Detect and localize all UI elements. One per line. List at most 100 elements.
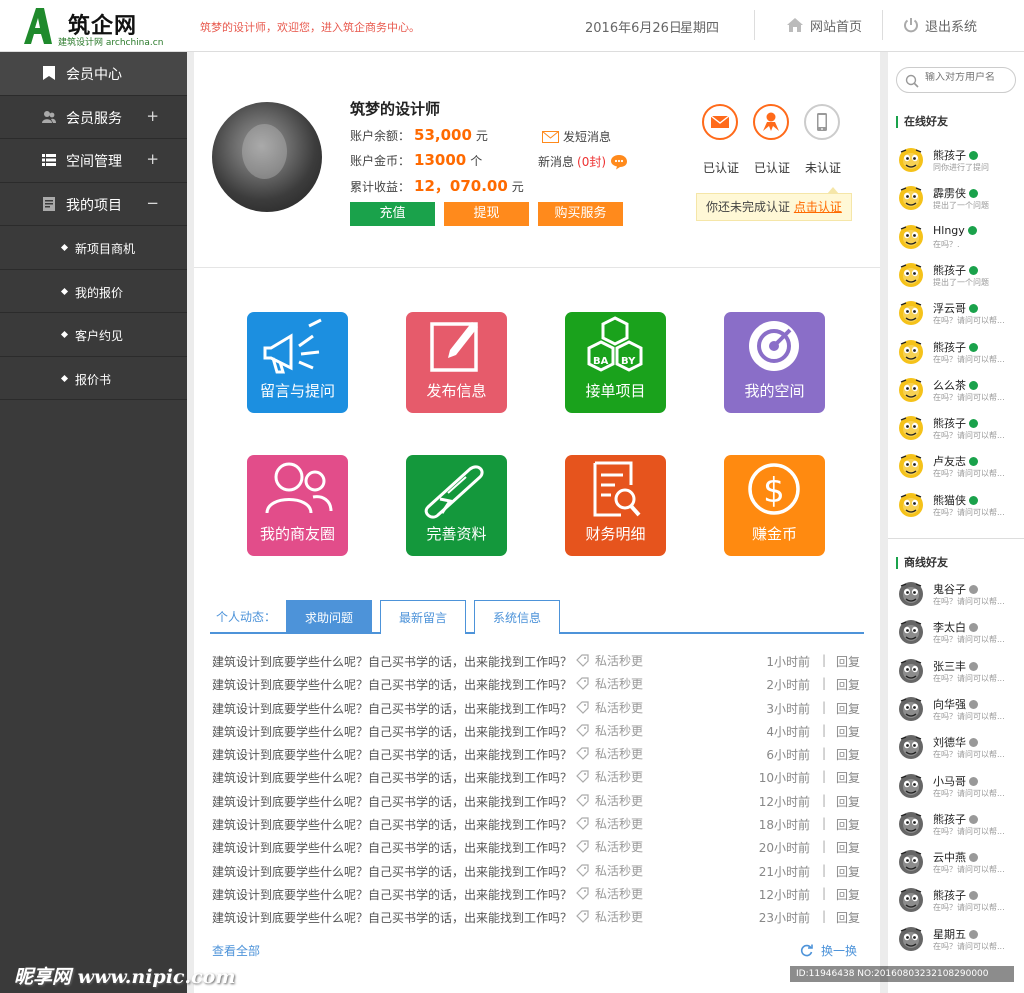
logout-link[interactable]: 退出系统 bbox=[903, 12, 977, 38]
question-title[interactable]: 建筑设计到底要学些什么呢？自己买书学的话，出来能找到工作吗？ bbox=[212, 793, 572, 810]
question-title[interactable]: 建筑设计到底要学些什么呢？自己买书学的话，出来能找到工作吗？ bbox=[212, 909, 572, 926]
sidebar-item-member-center[interactable]: 会员中心 bbox=[0, 52, 187, 96]
question-title[interactable]: 建筑设计到底要学些什么呢？自己买书学的话，出来能找到工作吗？ bbox=[212, 816, 572, 833]
sidebar-item-my-projects[interactable]: 我的项目 − bbox=[0, 183, 187, 226]
online-friend[interactable]: 卢友志 在吗？请问可以帮... bbox=[898, 451, 1022, 487]
recharge-button[interactable]: 充值 bbox=[350, 202, 435, 226]
question-title[interactable]: 建筑设计到底要学些什么呢？自己买书学的话，出来能找到工作吗？ bbox=[212, 886, 572, 903]
activity-row[interactable]: 建筑设计到底要学些什么呢？自己买书学的话，出来能找到工作吗？ 私活秒更 12小时前 |… bbox=[212, 882, 862, 905]
online-friend[interactable]: 熊孩子 提出了一个问题 bbox=[898, 260, 1022, 296]
tile-finance-details[interactable]: 财务明细 bbox=[565, 455, 666, 556]
tile-messages-questions[interactable]: 留言与提问 bbox=[247, 312, 348, 413]
tag-label[interactable]: 私活秒更 bbox=[576, 885, 643, 902]
tile-earn-coins[interactable]: $ 赚金币 bbox=[724, 455, 825, 556]
home-link[interactable]: 网站首页 bbox=[786, 12, 862, 38]
reply-link[interactable]: 回复 bbox=[836, 676, 860, 693]
tag-label[interactable]: 私活秒更 bbox=[576, 652, 643, 669]
collapse-icon[interactable]: − bbox=[146, 194, 159, 212]
expand-icon[interactable]: + bbox=[146, 107, 159, 125]
activity-row[interactable]: 建筑设计到底要学些什么呢？自己买书学的话，出来能找到工作吗？ 私活秒更 3小时前 | 回… bbox=[212, 696, 862, 719]
tag-label[interactable]: 私活秒更 bbox=[576, 745, 643, 762]
sidebar-subitem-client-meetings[interactable]: 客户约见 bbox=[0, 313, 187, 357]
tab-latest-messages[interactable]: 最新留言 bbox=[380, 600, 466, 634]
activity-row[interactable]: 建筑设计到底要学些什么呢？自己买书学的话，出来能找到工作吗？ 私活秒更 4小时前 | 回… bbox=[212, 719, 862, 742]
sidebar-item-space-management[interactable]: 空间管理 + bbox=[0, 139, 187, 183]
online-friend[interactable]: 霹雳侠 提出了一个问题 bbox=[898, 183, 1022, 219]
withdraw-button[interactable]: 提现 bbox=[444, 202, 529, 226]
tag-label[interactable]: 私活秒更 bbox=[576, 722, 643, 739]
reply-link[interactable]: 回复 bbox=[836, 769, 860, 786]
sidebar-subitem-my-quotes[interactable]: 我的报价 bbox=[0, 270, 187, 313]
new-messages-link[interactable]: 新消息 (0封) bbox=[538, 153, 628, 170]
business-friend[interactable]: 鬼谷子 在吗？请问可以帮... bbox=[898, 579, 1022, 615]
tag-label[interactable]: 私活秒更 bbox=[576, 768, 643, 785]
tile-take-orders[interactable]: BA BY 接单项目 bbox=[565, 312, 666, 413]
tag-label[interactable]: 私活秒更 bbox=[576, 675, 643, 692]
friend-search[interactable] bbox=[896, 67, 1016, 93]
business-friend[interactable]: 星期五 在吗？请问可以帮... bbox=[898, 924, 1022, 960]
tag-label[interactable]: 私活秒更 bbox=[576, 838, 643, 855]
activity-row[interactable]: 建筑设计到底要学些什么呢？自己买书学的话，出来能找到工作吗？ 私活秒更 10小时前 |… bbox=[212, 765, 862, 788]
activity-row[interactable]: 建筑设计到底要学些什么呢？自己买书学的话，出来能找到工作吗？ 私活秒更 20小时前 |… bbox=[212, 835, 862, 858]
question-title[interactable]: 建筑设计到底要学些什么呢？自己买书学的话，出来能找到工作吗？ bbox=[212, 769, 572, 786]
tag-label[interactable]: 私活秒更 bbox=[576, 862, 643, 879]
email-verify-badge[interactable] bbox=[700, 104, 740, 140]
business-friend[interactable]: 刘德华 在吗？请问可以帮... bbox=[898, 732, 1022, 768]
reply-link[interactable]: 回复 bbox=[836, 746, 860, 763]
activity-row[interactable]: 建筑设计到底要学些什么呢？自己买书学的话，出来能找到工作吗？ 私活秒更 21小时前 |… bbox=[212, 859, 862, 882]
reply-link[interactable]: 回复 bbox=[836, 839, 860, 856]
sidebar-subitem-quotation[interactable]: 报价书 bbox=[0, 357, 187, 400]
business-friend[interactable]: 张三丰 在吗？请问可以帮... bbox=[898, 656, 1022, 692]
reply-link[interactable]: 回复 bbox=[836, 886, 860, 903]
reply-link[interactable]: 回复 bbox=[836, 653, 860, 670]
question-title[interactable]: 建筑设计到底要学些什么呢？自己买书学的话，出来能找到工作吗？ bbox=[212, 723, 572, 740]
business-friend[interactable]: 李太白 在吗？请问可以帮... bbox=[898, 617, 1022, 653]
tab-help-questions[interactable]: 求助问题 bbox=[286, 600, 372, 634]
refresh-link[interactable]: 换一换 bbox=[800, 942, 857, 959]
tile-business-circle[interactable]: 我的商友圈 bbox=[247, 455, 348, 556]
tag-label[interactable]: 私活秒更 bbox=[576, 908, 643, 925]
sidebar-subitem-new-opportunities[interactable]: 新项目商机 bbox=[0, 226, 187, 270]
question-title[interactable]: 建筑设计到底要学些什么呢？自己买书学的话，出来能找到工作吗？ bbox=[212, 863, 572, 880]
verify-now-link[interactable]: 点击认证 bbox=[794, 200, 842, 214]
avatar[interactable] bbox=[212, 102, 322, 212]
online-friend[interactable]: 熊孩子 在吗？请问可以帮... bbox=[898, 413, 1022, 449]
identity-verify-badge[interactable] bbox=[751, 104, 791, 140]
activity-row[interactable]: 建筑设计到底要学些什么呢？自己买书学的话，出来能找到工作吗？ 私活秒更 23小时前 |… bbox=[212, 905, 862, 928]
activity-row[interactable]: 建筑设计到底要学些什么呢？自己买书学的话，出来能找到工作吗？ 私活秒更 12小时前 |… bbox=[212, 789, 862, 812]
question-title[interactable]: 建筑设计到底要学些什么呢？自己买书学的话，出来能找到工作吗？ bbox=[212, 700, 572, 717]
business-friend[interactable]: 熊孩子 在吗？请问可以帮... bbox=[898, 885, 1022, 921]
online-friend[interactable]: 熊孩子 在吗？请问可以帮... bbox=[898, 337, 1022, 373]
site-logo[interactable]: 筑企网 建筑设计网 archchina.cn bbox=[22, 6, 172, 48]
activity-row[interactable]: 建筑设计到底要学些什么呢？自己买书学的话，出来能找到工作吗？ 私活秒更 18小时前 |… bbox=[212, 812, 862, 835]
tab-system-info[interactable]: 系统信息 bbox=[474, 600, 560, 634]
business-friend[interactable]: 云中燕 在吗？请问可以帮... bbox=[898, 847, 1022, 883]
tag-label[interactable]: 私活秒更 bbox=[576, 792, 643, 809]
online-friend[interactable]: 熊孩子 同你进行了提问 bbox=[898, 145, 1022, 181]
reply-link[interactable]: 回复 bbox=[836, 700, 860, 717]
reply-link[interactable]: 回复 bbox=[836, 816, 860, 833]
tag-label[interactable]: 私活秒更 bbox=[576, 815, 643, 832]
tile-complete-profile[interactable]: 完善资料 bbox=[406, 455, 507, 556]
reply-link[interactable]: 回复 bbox=[836, 793, 860, 810]
online-friend[interactable]: 熊猫侠 在吗？请问可以帮... bbox=[898, 490, 1022, 526]
reply-link[interactable]: 回复 bbox=[836, 863, 860, 880]
tile-my-space[interactable]: 我的空间 bbox=[724, 312, 825, 413]
activity-row[interactable]: 建筑设计到底要学些什么呢？自己买书学的话，出来能找到工作吗？ 私活秒更 6小时前 | 回… bbox=[212, 742, 862, 765]
phone-verify-badge[interactable] bbox=[802, 104, 842, 140]
question-title[interactable]: 建筑设计到底要学些什么呢？自己买书学的话，出来能找到工作吗？ bbox=[212, 746, 572, 763]
reply-link[interactable]: 回复 bbox=[836, 723, 860, 740]
reply-link[interactable]: 回复 bbox=[836, 909, 860, 926]
online-friend[interactable]: 么么茶 在吗？请问可以帮... bbox=[898, 375, 1022, 411]
view-all-link[interactable]: 查看全部 bbox=[212, 942, 260, 959]
question-title[interactable]: 建筑设计到底要学些什么呢？自己买书学的话，出来能找到工作吗？ bbox=[212, 676, 572, 693]
activity-row[interactable]: 建筑设计到底要学些什么呢？自己买书学的话，出来能找到工作吗？ 私活秒更 2小时前 | 回… bbox=[212, 672, 862, 695]
question-title[interactable]: 建筑设计到底要学些什么呢？自己买书学的话，出来能找到工作吗？ bbox=[212, 839, 572, 856]
business-friend[interactable]: 熊孩子 在吗？请问可以帮... bbox=[898, 809, 1022, 845]
tag-label[interactable]: 私活秒更 bbox=[576, 699, 643, 716]
business-friend[interactable]: 小马哥 在吗？请问可以帮... bbox=[898, 771, 1022, 807]
question-title[interactable]: 建筑设计到底要学些什么呢？自己买书学的话，出来能找到工作吗？ bbox=[212, 653, 572, 670]
tile-publish-info[interactable]: 发布信息 bbox=[406, 312, 507, 413]
online-friend[interactable]: Hlngy 在吗？. bbox=[898, 222, 1022, 258]
send-sms-link[interactable]: 发短消息 bbox=[542, 128, 611, 145]
